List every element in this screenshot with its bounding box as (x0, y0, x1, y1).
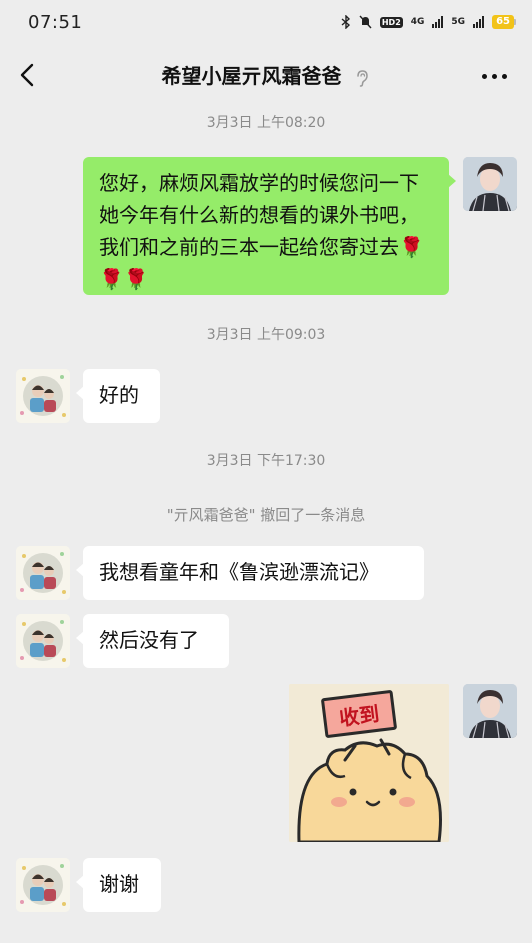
avatar-contact[interactable] (16, 369, 70, 423)
status-time: 07:51 (28, 11, 83, 33)
message-bubble-contact[interactable]: 好的 (76, 369, 160, 423)
timestamp: 3月3日 上午08:20 (206, 115, 326, 131)
avatar-contact[interactable] (16, 614, 70, 668)
message-bubble-self[interactable]: 您好，麻烦风霜放学的时候您问一下她今年有什么新的想看的课外书吧，我们和之前的三本… (83, 157, 456, 295)
message-bubble-contact[interactable]: 谢谢 (76, 858, 161, 912)
avatar-photo-icon (16, 614, 70, 668)
avatar-self[interactable] (463, 157, 517, 211)
battery-level: 65 (492, 15, 514, 29)
signal-icon (473, 16, 485, 28)
ear-mode-icon (357, 69, 369, 87)
network-4g-label: 4G (410, 16, 425, 27)
more-dot-icon (482, 73, 487, 79)
status-icons: HD2 4G 5G 65 (341, 15, 516, 29)
avatar-contact[interactable] (16, 546, 70, 600)
avatar-photo-icon (463, 684, 517, 738)
chat-header: 希望小屋亓风霜爸爸 (0, 44, 532, 106)
avatar-contact[interactable] (16, 858, 70, 912)
avatar-self[interactable] (463, 684, 517, 738)
message-bubble-contact[interactable]: 然后没有了 (76, 614, 229, 668)
hd-badge: HD2 (379, 16, 403, 28)
bluetooth-icon (341, 15, 350, 29)
more-options-button[interactable] (482, 68, 510, 84)
timestamp: 3月3日 下午17:30 (206, 453, 326, 469)
chat-title-row: 希望小屋亓风霜爸爸 (0, 60, 532, 89)
status-bar: 07:51 HD2 4G 5G 65 (0, 0, 532, 44)
avatar-photo-icon (16, 369, 70, 423)
message-bubble-contact[interactable]: 我想看童年和《鲁滨逊漂流记》 (76, 546, 424, 600)
avatar-photo-icon (16, 858, 70, 912)
recall-notice: "亓风霜爸爸" 撤回了一条消息 (166, 506, 366, 524)
signal-icon (432, 16, 444, 28)
more-dot-icon (492, 73, 497, 79)
avatar-photo-icon (16, 546, 70, 600)
more-dot-icon (502, 73, 507, 79)
avatar-photo-icon (463, 157, 517, 211)
mute-icon (359, 15, 372, 29)
chat-title: 希望小屋亓风霜爸爸 (161, 64, 342, 88)
sticker-message[interactable]: 收到 (289, 684, 449, 842)
timestamp: 3月3日 上午09:03 (206, 327, 326, 343)
battery-icon: 65 (492, 15, 516, 29)
network-5g-label: 5G (451, 16, 466, 27)
